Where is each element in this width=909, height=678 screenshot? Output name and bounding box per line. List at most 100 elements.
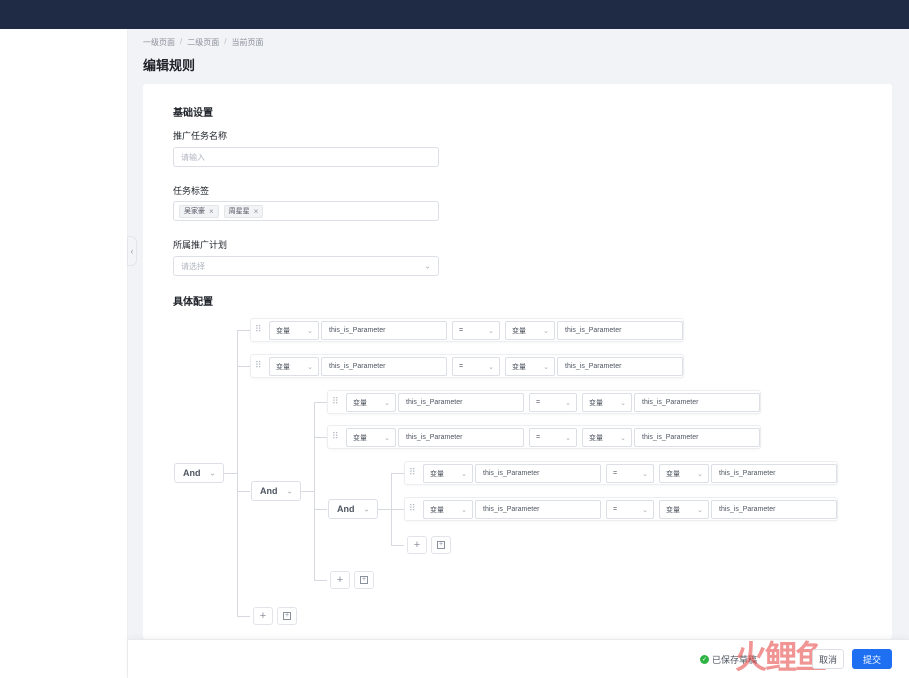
tree-connector xyxy=(314,509,327,510)
param-input[interactable]: this_is_Parameter xyxy=(398,428,524,447)
type-select[interactable]: 变量 ⌄ xyxy=(269,357,319,376)
close-icon[interactable]: × xyxy=(209,207,214,216)
param-input[interactable]: this_is_Parameter xyxy=(711,464,837,483)
param-input[interactable]: this_is_Parameter xyxy=(634,428,760,447)
logic-label: And xyxy=(260,486,278,496)
breadcrumb-item[interactable]: 二级页面 xyxy=(187,37,219,48)
plan-select[interactable]: 请选择 ⌄ xyxy=(173,256,439,276)
chevron-down-icon: ⌄ xyxy=(697,470,703,478)
add-condition-button[interactable]: + xyxy=(330,571,350,589)
chevron-down-icon: ⌄ xyxy=(363,504,370,514)
param-input[interactable]: this_is_Parameter xyxy=(711,500,837,519)
operator-select[interactable]: = ⌄ xyxy=(529,393,577,412)
tree-connector xyxy=(224,473,237,474)
chevron-down-icon: ⌄ xyxy=(565,399,571,407)
type-label: 变量 xyxy=(589,434,603,442)
plan-placeholder: 请选择 xyxy=(181,261,205,271)
type-select[interactable]: 变量 ⌄ xyxy=(269,321,319,340)
cancel-button[interactable]: 取消 xyxy=(812,649,844,669)
chevron-down-icon: ⌄ xyxy=(209,468,216,478)
tree-connector xyxy=(314,402,327,403)
param-input[interactable]: this_is_Parameter xyxy=(321,357,447,376)
drag-handle-icon[interactable]: ⠿ xyxy=(332,431,339,442)
condition-row: ⠿ 变量 ⌄ this_is_Parameter = ⌄ 变量 ⌄ this_is_P… xyxy=(250,318,684,342)
drag-handle-icon[interactable]: ⠿ xyxy=(332,396,339,407)
drag-handle-icon[interactable]: ⠿ xyxy=(255,360,262,371)
param-value: this_is_Parameter xyxy=(642,399,699,406)
tag-chip: 吴家豪 × xyxy=(179,204,219,218)
type-label: 变量 xyxy=(276,327,290,335)
param-input[interactable]: this_is_Parameter xyxy=(475,500,601,519)
config-section-title: 具体配置 xyxy=(173,297,213,308)
drag-handle-icon[interactable]: ⠿ xyxy=(255,324,262,335)
add-group-button[interactable]: + xyxy=(431,536,451,554)
type-label: 变量 xyxy=(276,363,290,371)
type-select[interactable]: 变量 ⌄ xyxy=(659,464,709,483)
chevron-down-icon: ⌄ xyxy=(384,399,390,407)
chevron-down-icon: ⌄ xyxy=(307,327,313,335)
type-label: 变量 xyxy=(430,470,444,478)
type-select[interactable]: 变量 ⌄ xyxy=(346,428,396,447)
operator-label: = xyxy=(536,399,541,406)
type-select[interactable]: 变量 ⌄ xyxy=(582,428,632,447)
logic-select-subgroup[interactable]: And ⌄ xyxy=(328,499,378,519)
param-value: this_is_Parameter xyxy=(565,363,622,370)
operator-select[interactable]: = ⌄ xyxy=(606,464,654,483)
breadcrumb-current: 当前页面 xyxy=(231,38,264,47)
tree-line-level1 xyxy=(237,330,238,616)
type-label: 变量 xyxy=(430,506,444,514)
tree-connector xyxy=(391,473,404,474)
param-input[interactable]: this_is_Parameter xyxy=(321,321,447,340)
param-input[interactable]: this_is_Parameter xyxy=(634,393,760,412)
submit-button[interactable]: 提交 xyxy=(852,649,892,669)
chevron-down-icon: ⌄ xyxy=(642,506,648,514)
param-value: this_is_Parameter xyxy=(483,506,540,513)
type-select[interactable]: 变量 ⌄ xyxy=(505,357,555,376)
chevron-down-icon: ⌄ xyxy=(461,506,467,514)
close-icon[interactable]: × xyxy=(254,207,259,216)
chevron-down-icon: ⌄ xyxy=(424,261,431,271)
add-group-button[interactable]: + xyxy=(354,571,374,589)
type-select[interactable]: 变量 ⌄ xyxy=(346,393,396,412)
tree-connector xyxy=(391,509,404,510)
logic-select-root[interactable]: And ⌄ xyxy=(174,463,224,483)
logic-select-group[interactable]: And ⌄ xyxy=(251,481,301,501)
type-select[interactable]: 变量 ⌄ xyxy=(423,500,473,519)
sidebar-collapse-handle[interactable]: ‹ xyxy=(127,236,137,266)
operator-select[interactable]: = ⌄ xyxy=(452,321,500,340)
chevron-down-icon: ⌄ xyxy=(543,363,549,371)
add-group-button[interactable]: + xyxy=(277,607,297,625)
tree-line-level2 xyxy=(314,402,315,580)
drag-handle-icon[interactable]: ⠿ xyxy=(409,467,416,478)
param-input[interactable]: this_is_Parameter xyxy=(557,321,683,340)
operator-label: = xyxy=(459,327,464,334)
drag-handle-icon[interactable]: ⠿ xyxy=(409,503,416,514)
task-tags-input[interactable]: 吴家豪 × 周星星 × xyxy=(173,201,439,221)
param-input[interactable]: this_is_Parameter xyxy=(557,357,683,376)
sidebar xyxy=(0,29,128,678)
tree-connector xyxy=(237,330,250,331)
plus-icon: + xyxy=(336,574,344,586)
breadcrumb-separator: / xyxy=(180,37,183,46)
tree-connector xyxy=(314,580,327,581)
add-condition-button[interactable]: + xyxy=(253,607,273,625)
task-name-placeholder: 请输入 xyxy=(181,152,205,162)
operator-select[interactable]: = ⌄ xyxy=(606,500,654,519)
type-select[interactable]: 变量 ⌄ xyxy=(505,321,555,340)
type-select[interactable]: 变量 ⌄ xyxy=(423,464,473,483)
tree-connector xyxy=(237,616,250,617)
add-condition-button[interactable]: + xyxy=(407,536,427,554)
tag-label: 周星星 xyxy=(228,208,250,215)
task-name-input[interactable]: 请输入 xyxy=(173,147,439,167)
param-input[interactable]: this_is_Parameter xyxy=(398,393,524,412)
type-label: 变量 xyxy=(512,327,526,335)
param-input[interactable]: this_is_Parameter xyxy=(475,464,601,483)
logic-label: And xyxy=(337,504,355,514)
param-value: this_is_Parameter xyxy=(642,434,699,441)
type-select[interactable]: 变量 ⌄ xyxy=(582,393,632,412)
operator-select[interactable]: = ⌄ xyxy=(452,357,500,376)
type-select[interactable]: 变量 ⌄ xyxy=(659,500,709,519)
breadcrumb: 一级页面 / 二级页面 / 当前页面 xyxy=(143,37,263,48)
operator-select[interactable]: = ⌄ xyxy=(529,428,577,447)
breadcrumb-item[interactable]: 一级页面 xyxy=(143,37,175,48)
